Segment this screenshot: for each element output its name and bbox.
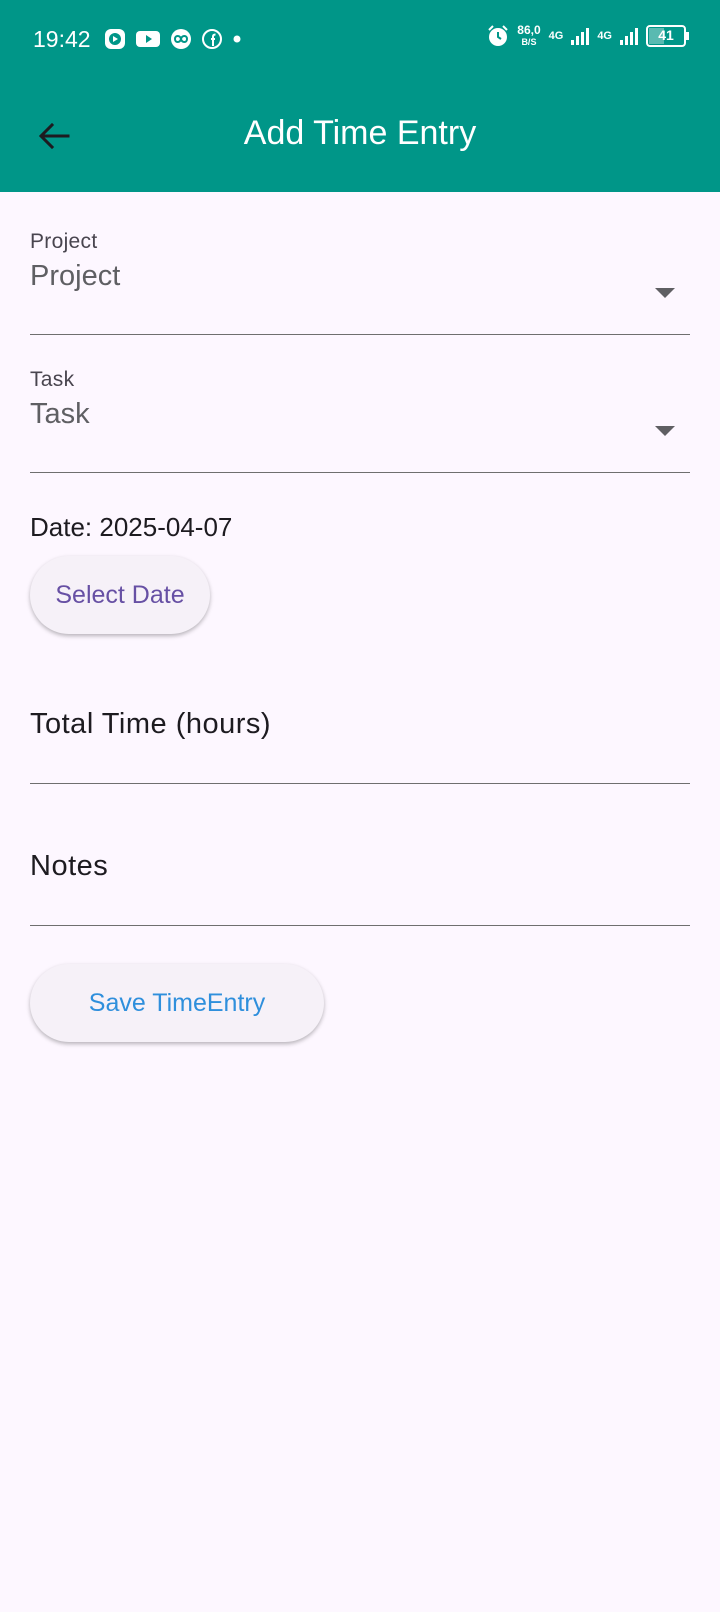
- signal-icon: [571, 27, 590, 45]
- toolbar: Add Time Entry: [0, 96, 720, 176]
- dropdown-arrow-icon: [655, 288, 675, 298]
- status-bar: 19:42 86,0 B/S 4G 4G 41: [0, 0, 720, 80]
- app-bar: 19:42 86,0 B/S 4G 4G 41 Add Time Entry: [0, 0, 720, 192]
- notes-input[interactable]: Notes: [30, 850, 690, 926]
- infinity-app-icon: [170, 28, 192, 50]
- network-speed: 86,0 B/S: [517, 24, 540, 48]
- alarm-icon: [487, 25, 509, 47]
- more-notifications-dot-icon: [232, 34, 242, 44]
- system-icons: 86,0 B/S 4G 4G 41: [487, 24, 690, 48]
- total-time-input[interactable]: Total Time (hours): [30, 708, 690, 784]
- status-time: 19:42: [33, 26, 91, 52]
- notification-icons: [104, 28, 242, 50]
- task-label: Task: [30, 368, 75, 391]
- notes-placeholder: Notes: [30, 850, 109, 882]
- project-dropdown[interactable]: Project Project: [30, 230, 690, 335]
- total-time-placeholder: Total Time (hours): [30, 708, 272, 740]
- facebook-icon: [202, 29, 222, 49]
- save-time-entry-button[interactable]: Save TimeEntry: [30, 964, 324, 1042]
- select-date-button[interactable]: Select Date: [30, 556, 210, 634]
- network-type-1: 4G: [548, 30, 564, 42]
- battery-level: 41: [658, 27, 674, 43]
- project-label: Project: [30, 230, 98, 253]
- page-title: Add Time Entry: [243, 114, 477, 152]
- task-dropdown[interactable]: Task Task: [30, 368, 690, 473]
- selected-date-text: Date: 2025-04-07: [30, 512, 233, 542]
- youtube-icon: [136, 30, 160, 48]
- project-value: Project: [30, 260, 121, 292]
- network-speed-value: 86,0: [517, 23, 541, 37]
- dropdown-arrow-icon: [655, 426, 675, 436]
- task-value: Task: [30, 398, 90, 430]
- network-type-2: 4G: [597, 30, 612, 42]
- signal-icon-2: [620, 27, 638, 45]
- battery-icon: 41: [646, 25, 690, 47]
- network-speed-unit: B/S: [521, 37, 537, 47]
- play-app-icon: [104, 28, 126, 50]
